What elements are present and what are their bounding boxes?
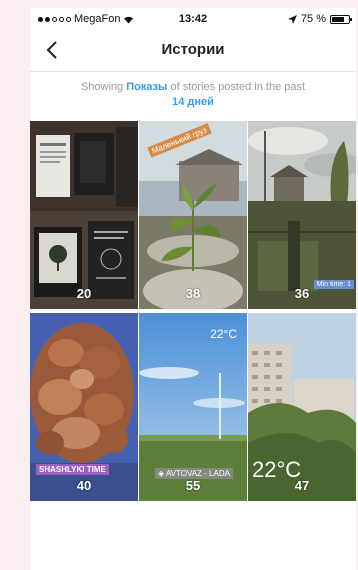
status-bar: MegaFon 13:42 75 % (30, 8, 356, 28)
story-view-count: 40 (76, 478, 92, 493)
story-view-count: 38 (185, 286, 201, 301)
story-tile[interactable]: SHASHLYKI TIME 40 (30, 313, 138, 501)
story-view-count: 47 (294, 478, 310, 493)
story-view-count: 20 (76, 286, 92, 301)
location-arrow-icon (287, 14, 297, 24)
story-tile[interactable]: 22°C 47 (248, 313, 356, 501)
nav-bar: Истории (30, 28, 356, 72)
story-tile[interactable]: Min time: 1 36 (248, 121, 356, 309)
story-view-count: 55 (185, 478, 201, 493)
filter-prefix: Showing (80, 81, 127, 93)
stories-grid: 20 Маленький груз 38 Min time: 1 36 SHAS… (30, 121, 356, 501)
story-tile[interactable]: 20 (30, 121, 138, 309)
story-view-count: 36 (294, 286, 310, 301)
filter-period-link[interactable]: 14 дней (172, 96, 214, 108)
filter-middle: of stories posted in the past (167, 81, 306, 93)
page-title: Истории (161, 41, 225, 58)
battery-percent: 75 % (300, 13, 326, 25)
story-thumbnail (30, 121, 138, 309)
battery-icon (330, 14, 352, 24)
story-sticker: SHASHLYKI TIME (36, 464, 109, 475)
filter-description: Showing Показы of stories posted in the … (30, 80, 356, 110)
phone-screen: MegaFon 13:42 75 % Истории Showing Показ… (30, 8, 356, 570)
filter-type-link[interactable]: Показы (126, 81, 167, 93)
status-right: 75 % (287, 13, 352, 25)
story-tile[interactable]: 22°C ◈ AVTOVAZ - LADA 55 (139, 313, 247, 501)
story-tile[interactable]: Маленький груз 38 (139, 121, 247, 309)
story-temperature: 22°C (210, 327, 237, 341)
